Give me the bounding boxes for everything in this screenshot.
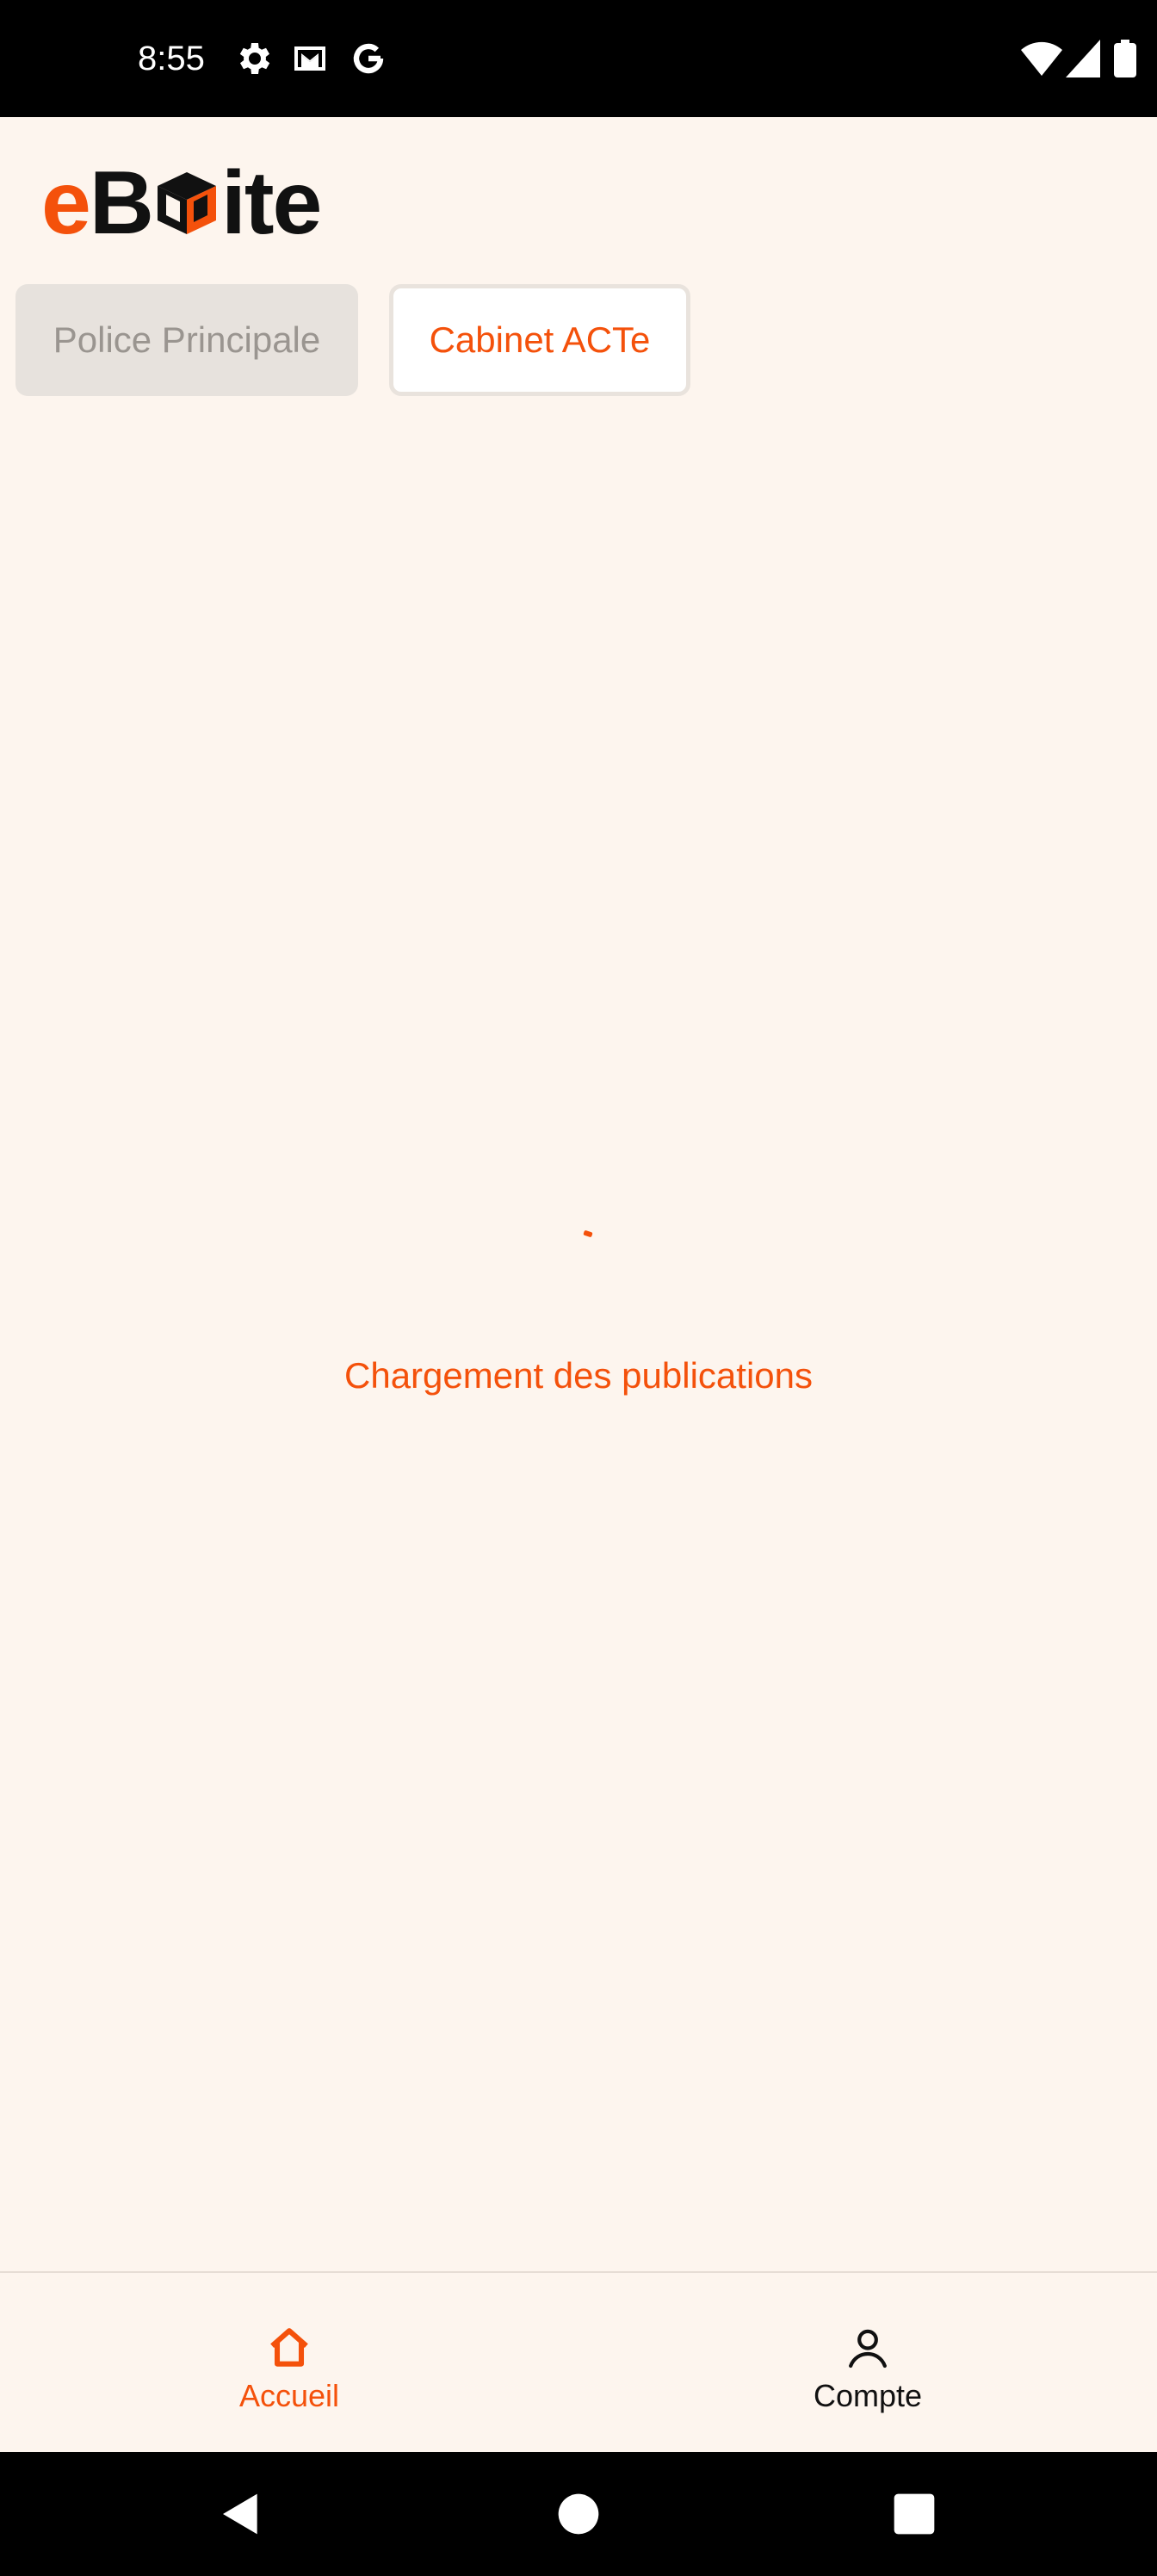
- home-circle-icon[interactable]: [554, 2490, 603, 2538]
- bottom-nav: Accueil Compte: [0, 2271, 1157, 2452]
- recents-icon[interactable]: [890, 2490, 938, 2538]
- app-screen: 8:55 e B ite Police Principale Cabinet A…: [0, 0, 1157, 2576]
- nav-label: Compte: [813, 2378, 923, 2413]
- nav-label: Accueil: [238, 2378, 340, 2413]
- status-time: 8:55: [138, 40, 205, 77]
- nav-item-compte[interactable]: Compte: [578, 2273, 1157, 2452]
- tab-label: Police Principale: [53, 319, 321, 360]
- loading-spinner: [583, 1229, 593, 1238]
- loading-text: Chargement des publications: [344, 1355, 813, 1396]
- logo-letters-ite: ite: [220, 153, 322, 253]
- home-icon: [270, 2328, 308, 2367]
- logo-letter-e: e: [41, 153, 91, 253]
- google-icon: [353, 43, 384, 74]
- logo-letter-b: B: [89, 153, 154, 253]
- signal-icon: [1066, 40, 1100, 77]
- user-icon: [849, 2329, 887, 2369]
- status-bar: 8:55: [0, 0, 1157, 117]
- battery-icon: [1114, 40, 1136, 77]
- tab-label: Cabinet ACTe: [429, 319, 651, 360]
- tab-cabinet-acte[interactable]: Cabinet ACTe: [389, 284, 690, 396]
- tab-police-principale[interactable]: Police Principale: [15, 284, 358, 396]
- gmail-icon: [294, 46, 325, 71]
- system-nav-bar: [0, 2452, 1157, 2576]
- box-icon: [157, 172, 216, 234]
- wifi-icon: [1021, 41, 1062, 76]
- gear-icon: [239, 43, 270, 74]
- app-logo: e B ite: [41, 153, 322, 253]
- nav-item-accueil[interactable]: Accueil: [0, 2273, 578, 2452]
- back-icon[interactable]: [217, 2490, 265, 2538]
